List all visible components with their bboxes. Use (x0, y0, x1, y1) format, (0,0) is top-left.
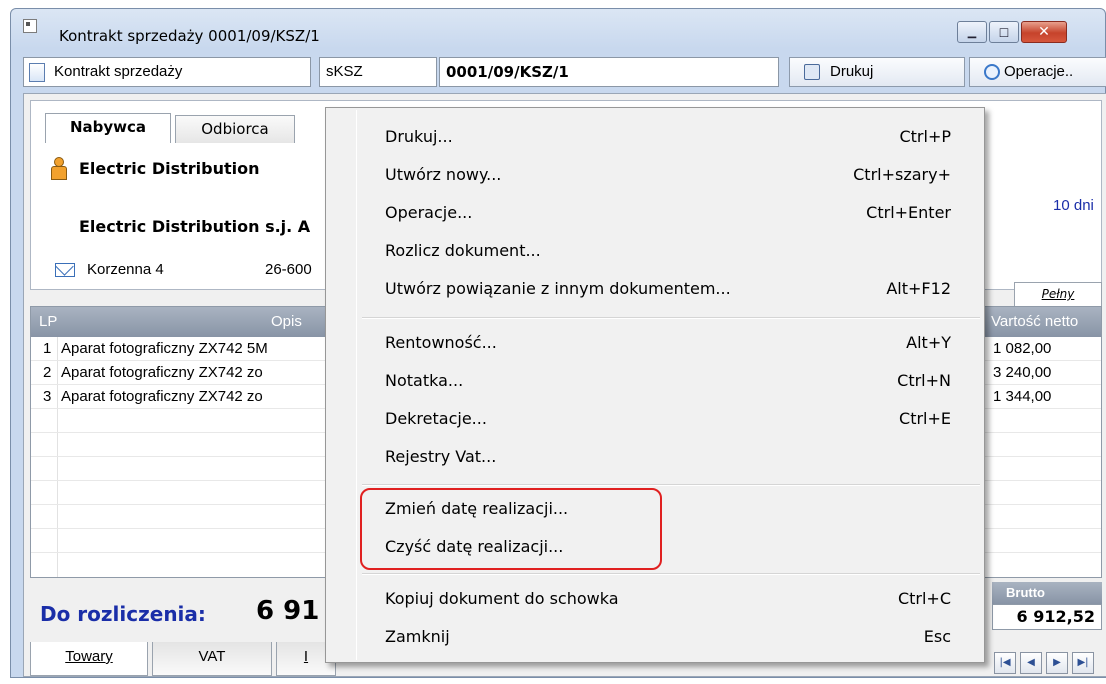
menu-item-label: Drukuj... (385, 127, 453, 146)
menu-item-label: Utwórz powiązanie z innym dokumentem... (385, 279, 731, 298)
print-button[interactable]: Drukuj (789, 57, 965, 87)
series-field[interactable]: sKSZ (319, 57, 437, 87)
close-button[interactable]: ✕ (1021, 21, 1067, 43)
tab-vat[interactable]: VAT (152, 642, 272, 676)
row-lp: 3 (43, 388, 52, 405)
window-icon (23, 19, 37, 33)
row-lp: 1 (43, 340, 52, 357)
envelope-icon (55, 263, 75, 277)
tab-nabywca[interactable]: Nabywca (45, 113, 171, 143)
buyer-full-name: Electric Distribution s.j. A (79, 217, 311, 236)
maximize-icon: □ (998, 25, 1010, 39)
last-icon: ▶| (1077, 657, 1089, 668)
menu-item-shortcut: Ctrl+szary+ (853, 165, 951, 184)
menu-item-shortcut: Ctrl+E (899, 409, 951, 428)
tab-towary[interactable]: Towary (30, 642, 148, 676)
menu-item-label: Rentowność... (385, 333, 497, 352)
document-number-field[interactable]: 0001/09/KSZ/1 (439, 57, 779, 87)
gear-icon (984, 64, 1000, 80)
tab-odbiorca[interactable]: Odbiorca (175, 115, 295, 143)
column-header-lp[interactable]: LP (39, 313, 57, 330)
brutto-header: Brutto (992, 582, 1102, 604)
next-icon: ▶ (1053, 657, 1061, 668)
buyer-name: Electric Distribution (79, 159, 260, 178)
tab-nabywca-label: Nabywca (69, 118, 147, 136)
menu-item-label: Rejestry Vat... (385, 447, 497, 466)
menu-item-label: Kopiuj dokument do schowka (385, 589, 619, 608)
document-icon (29, 63, 45, 82)
menu-item-zamknij[interactable]: Zamknij Esc (329, 620, 981, 654)
first-icon: |◀ (999, 657, 1011, 668)
maximize-button[interactable]: □ (989, 21, 1019, 43)
row-description: Aparat fotograficzny ZX742 5M (61, 340, 268, 357)
settle-value: 6 91 (256, 596, 320, 626)
menu-item-label: Utwórz nowy... (385, 165, 502, 184)
menu-item-notatka[interactable]: Notatka... Ctrl+N (329, 364, 981, 398)
doc-type-field[interactable]: Kontrakt sprzedaży (23, 57, 311, 87)
row-net-value: 3 240,00 (993, 364, 1052, 381)
menu-item-drukuj[interactable]: Drukuj... Ctrl+P (329, 120, 981, 154)
address-street: Korzenna 4 (87, 261, 164, 278)
first-record-button[interactable]: |◀ (994, 652, 1016, 674)
row-description: Aparat fotograficzny ZX742 zo (61, 364, 263, 381)
menu-item-label: Zamknij (385, 627, 450, 646)
next-record-button[interactable]: ▶ (1046, 652, 1068, 674)
menu-item-label: Notatka... (385, 371, 464, 390)
menu-item-rejestry-vat[interactable]: Rejestry Vat... (329, 440, 981, 474)
menu-item-shortcut: Alt+F12 (886, 279, 951, 298)
menu-separator (362, 317, 980, 319)
menu-item-rentownosc[interactable]: Rentowność... Alt+Y (329, 326, 981, 360)
menu-item-shortcut: Ctrl+C (897, 589, 951, 608)
minimize-icon: ▁ (967, 25, 977, 39)
window-title: Kontrakt sprzedaży 0001/09/KSZ/1 (59, 27, 320, 45)
menu-item-label: Rozlicz dokument... (385, 241, 541, 260)
payment-term[interactable]: 10 dni (1053, 197, 1094, 214)
document-toolbar: Kontrakt sprzedaży sKSZ 0001/09/KSZ/1 Dr… (23, 57, 1106, 87)
print-button-label: Drukuj (830, 63, 874, 80)
brutto-value: 6 912,52 (992, 604, 1102, 630)
menu-item-shortcut: Ctrl+N (897, 371, 951, 390)
column-header-net-value[interactable]: Vartość netto (991, 313, 1078, 330)
view-tab-full[interactable]: Pełny (1014, 282, 1102, 306)
context-menu: Drukuj... Ctrl+P Utwórz nowy... Ctrl+sza… (325, 107, 985, 663)
previous-icon: ◀ (1027, 657, 1035, 668)
menu-item-utworz-nowy[interactable]: Utwórz nowy... Ctrl+szary+ (329, 158, 981, 192)
operations-button[interactable]: Operacje.. (969, 57, 1106, 87)
last-record-button[interactable]: ▶| (1072, 652, 1094, 674)
menu-item-label: Operacje... (385, 203, 473, 222)
menu-item-kopiuj-dokument[interactable]: Kopiuj dokument do schowka Ctrl+C (329, 582, 981, 616)
operations-button-label: Operacje.. (1004, 63, 1074, 80)
row-net-value: 1 082,00 (993, 340, 1052, 357)
printer-icon (804, 64, 820, 80)
tab-towary-label: Towary (65, 648, 113, 665)
menu-item-shortcut: Ctrl+Enter (866, 203, 951, 222)
title-bar[interactable]: Kontrakt sprzedaży 0001/09/KSZ/1 ▁ □ ✕ (11, 9, 1105, 49)
settle-label: Do rozliczenia: (40, 602, 206, 626)
tab-i-label: I (303, 648, 309, 665)
menu-item-label: Dekretacje... (385, 409, 487, 428)
menu-item-shortcut: Ctrl+P (899, 127, 951, 146)
tab-odbiorca-label: Odbiorca (201, 120, 269, 138)
menu-separator (362, 573, 980, 575)
address-zip: 26-600 (265, 261, 312, 278)
close-icon: ✕ (1038, 24, 1050, 40)
menu-item-rozlicz-dokument[interactable]: Rozlicz dokument... (329, 234, 981, 268)
minimize-button[interactable]: ▁ (957, 21, 987, 43)
highlight-annotation (360, 488, 662, 570)
previous-record-button[interactable]: ◀ (1020, 652, 1042, 674)
row-description: Aparat fotograficzny ZX742 zo (61, 388, 263, 405)
menu-separator (362, 484, 980, 486)
menu-item-dekretacje[interactable]: Dekretacje... Ctrl+E (329, 402, 981, 436)
row-lp: 2 (43, 364, 52, 381)
row-net-value: 1 344,00 (993, 388, 1052, 405)
column-header-opis[interactable]: Opis (271, 313, 302, 330)
menu-item-operacje[interactable]: Operacje... Ctrl+Enter (329, 196, 981, 230)
tab-vat-label: VAT (198, 648, 226, 665)
doc-type-label: Kontrakt sprzedaży (54, 63, 183, 80)
person-icon (51, 157, 67, 180)
menu-item-utworz-powiazanie[interactable]: Utwórz powiązanie z innym dokumentem... … (329, 272, 981, 306)
menu-item-shortcut: Alt+Y (906, 333, 951, 352)
menu-item-shortcut: Esc (923, 627, 951, 646)
